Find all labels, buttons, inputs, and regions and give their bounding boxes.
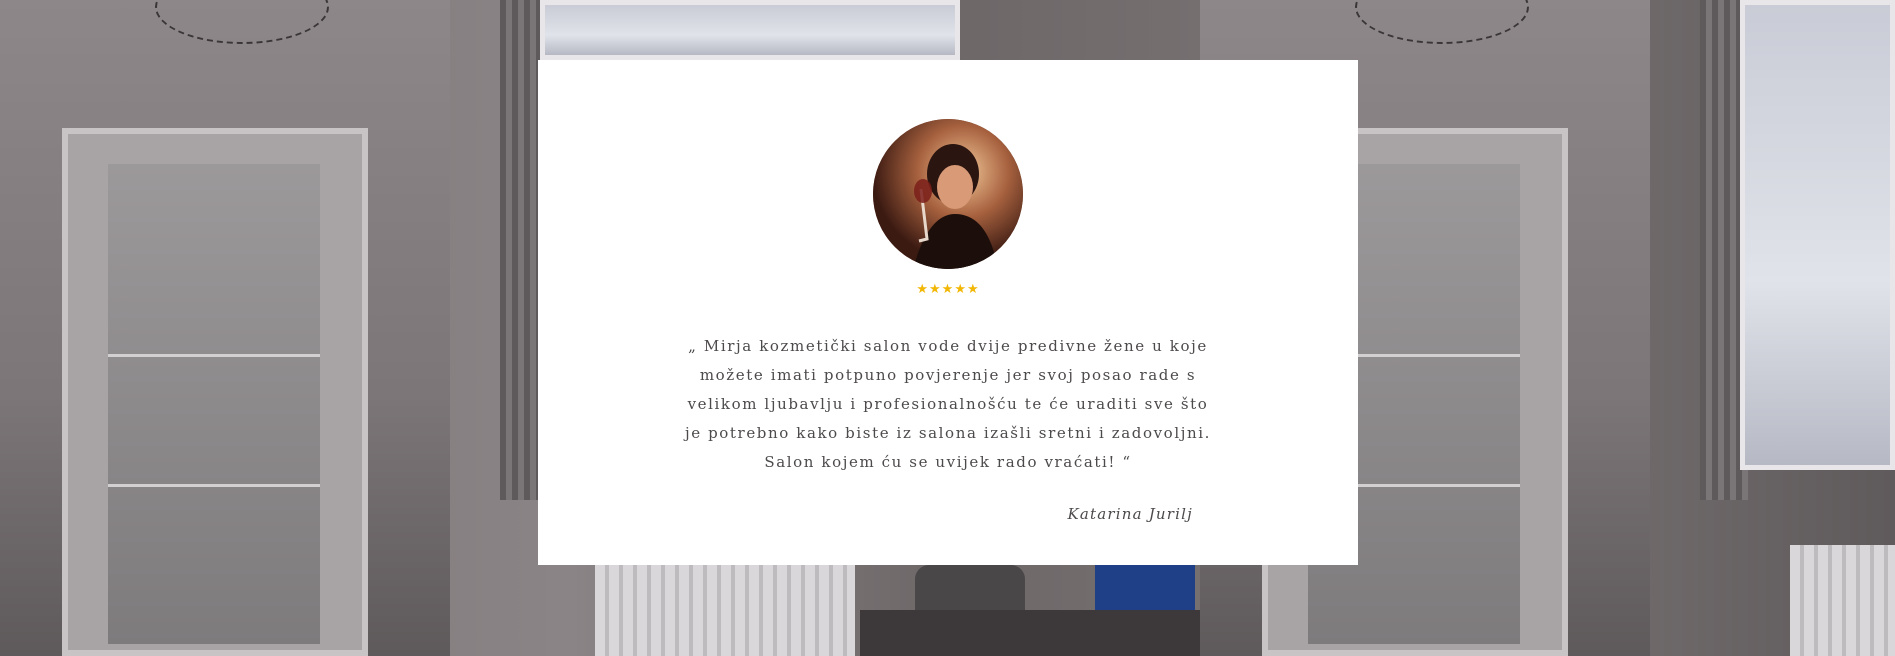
floor <box>860 610 1200 656</box>
reviewer-avatar <box>873 119 1023 269</box>
testimonial-quote: „ Mirja kozmetički salon vode dvije pred… <box>685 337 1211 471</box>
display-cabinet <box>62 128 368 656</box>
testimonial-section: ★★★★★ „ Mirja kozmetički salon vode dvij… <box>0 0 1895 656</box>
testimonial-author: Katarina Jurilj <box>1067 505 1193 523</box>
radiator <box>595 565 855 656</box>
reviewer-photo-icon <box>873 119 1023 269</box>
rating-stars: ★★★★★ <box>916 282 980 297</box>
blue-panel <box>1095 565 1195 610</box>
radiator <box>1790 545 1895 656</box>
testimonial-card: ★★★★★ „ Mirja kozmetički salon vode dvij… <box>538 60 1358 565</box>
window <box>1740 0 1895 470</box>
window <box>540 0 960 60</box>
